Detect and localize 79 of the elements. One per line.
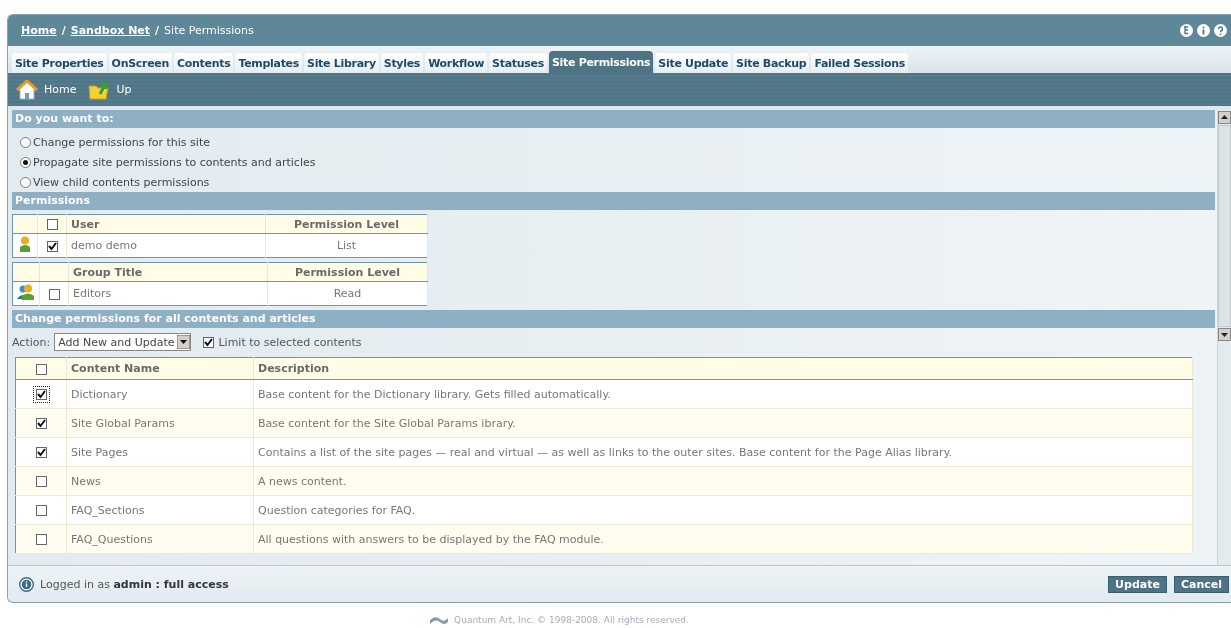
table-cell: FAQ_Questions — [66, 524, 254, 554]
tab[interactable]: OnScreen — [108, 53, 172, 73]
user-group-icon — [17, 284, 35, 300]
table-cell: Contains a list of the site pages — real and virtual — as well as links to the outer sites. Base content for the Page Alias library. — [253, 437, 1193, 467]
column-header: User — [66, 214, 266, 234]
table-cell: News — [66, 466, 254, 496]
info-icon — [19, 576, 34, 592]
tab[interactable]: Workflow — [425, 53, 488, 73]
toolbar-button[interactable]: Up — [88, 79, 132, 100]
table-cell: Base content for the Site Global Params ibrary. — [253, 408, 1193, 438]
copyright-text: Quantum Art, Inc. © 1998-2008. All rights reserved. — [454, 615, 689, 625]
table-cell: Question categories for FAQ. — [253, 495, 1193, 525]
table-cell: demo demo — [66, 233, 266, 258]
radio-button[interactable] — [20, 136, 31, 148]
check-icon — [36, 418, 46, 428]
dropdown-arrow-icon — [177, 335, 191, 349]
section-header: Do you want to: — [12, 110, 1215, 128]
table-cell: Site Global Params — [66, 408, 254, 438]
check-icon — [36, 447, 46, 457]
login-status: Logged in as admin : full access — [40, 577, 229, 591]
checkbox-label: Limit to selected contents — [218, 335, 362, 349]
section-header: Permissions — [12, 192, 1215, 210]
table-cell: Site Pages — [66, 437, 254, 467]
radio-button[interactable] — [20, 176, 31, 188]
house-icon — [16, 79, 38, 100]
column-header: Permission Level — [267, 262, 428, 282]
radio-label: View child contents permissions — [33, 175, 210, 189]
logo-icon — [429, 615, 450, 625]
scroll-up-icon — [1218, 111, 1231, 124]
breadcrumb-link[interactable]: Sandbox Net — [70, 24, 151, 37]
check-icon — [36, 389, 46, 399]
tab[interactable]: Contents — [174, 53, 234, 73]
breadcrumb-current: Site Permissions — [164, 24, 254, 37]
field-label: Action: — [12, 335, 51, 349]
breadcrumb-link[interactable]: Home — [21, 24, 57, 37]
scroll-down-icon — [1218, 328, 1231, 341]
user-icon — [19, 236, 31, 252]
check-icon — [204, 337, 214, 347]
table-cell: Dictionary — [66, 379, 254, 409]
breadcrumb-separator: / — [61, 24, 66, 37]
column-header: Content Name — [66, 357, 254, 380]
table-cell: Base content for the Dictionary library. Gets filled automatically. — [253, 379, 1193, 409]
tab[interactable]: Statuses — [489, 53, 547, 73]
section-header: Change permissions for all contents and articles — [12, 310, 1215, 328]
tab[interactable]: Styles — [380, 53, 424, 73]
checkbox[interactable] — [48, 288, 60, 300]
table-cell: Editors — [68, 281, 268, 306]
action-dropdown[interactable]: Add New and Update — [54, 333, 192, 351]
column-header: Description — [253, 357, 1193, 380]
radio-label: Change permissions for this site — [33, 135, 210, 149]
tab[interactable]: Site Update — [655, 53, 732, 73]
toolbar-button[interactable]: Home — [16, 79, 77, 100]
info-icon — [1197, 24, 1210, 37]
radio-button[interactable] — [20, 156, 31, 168]
action-button[interactable]: Cancel — [1173, 575, 1229, 593]
breadcrumb-separator: / — [155, 24, 160, 37]
help-icon — [1214, 24, 1227, 37]
checkbox[interactable] — [35, 363, 47, 375]
tab[interactable]: Site Library — [304, 53, 379, 73]
tab[interactable]: Failed Sessions — [811, 53, 909, 73]
table-cell: A news content. — [253, 466, 1193, 496]
scrollbar[interactable] — [1217, 110, 1231, 565]
column-header: Permission Level — [265, 214, 428, 234]
tab[interactable]: Templates — [235, 53, 303, 73]
tab[interactable]: Site Permissions — [548, 51, 654, 73]
checkbox[interactable] — [32, 385, 50, 403]
table-cell: FAQ_Sections — [66, 495, 254, 525]
column-header: Group Title — [68, 262, 268, 282]
checkbox[interactable] — [46, 219, 58, 230]
checkbox[interactable] — [46, 240, 58, 252]
table-cell: All questions with answers to be displayed by the FAQ module. — [253, 524, 1193, 554]
tab[interactable]: Site Backup — [733, 53, 810, 73]
checkbox[interactable] — [203, 336, 215, 348]
tab[interactable]: Site Properties — [12, 53, 107, 73]
table-cell: List — [265, 233, 428, 258]
action-button[interactable]: Update — [1108, 575, 1167, 593]
radio-label: Propagate site permissions to contents and articles — [33, 155, 316, 169]
table-cell: Read — [267, 281, 428, 306]
check-icon — [47, 241, 57, 251]
